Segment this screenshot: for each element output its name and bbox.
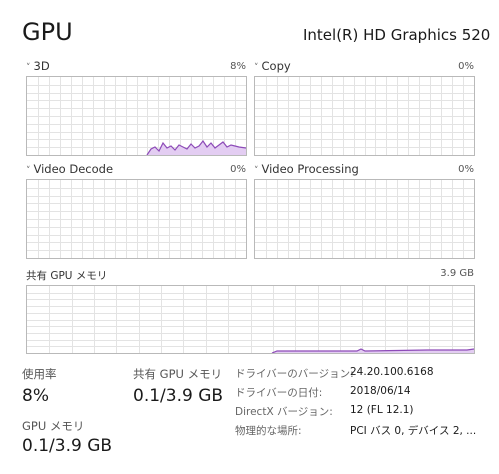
directx-version-label: DirectX バージョン:: [235, 406, 333, 418]
chevron-down-icon: ˅: [26, 63, 31, 73]
chevron-down-icon: ˅: [254, 63, 259, 73]
utilization-label: 使用率: [22, 367, 57, 381]
physical-location-value: PCI バス 0, デバイス 2, ...: [350, 425, 477, 437]
engine-video-decode-label: Video Decode: [33, 162, 114, 176]
driver-version-value: 24.20.100.6168: [350, 366, 434, 378]
chevron-down-icon: ˅: [26, 166, 31, 176]
engine-copy-percent: 0%: [458, 61, 474, 72]
driver-date-value: 2018/06/14: [350, 385, 411, 397]
engine-video-processing-percent: 0%: [458, 164, 474, 175]
physical-location-label: 物理的な場所:: [235, 425, 302, 437]
chevron-down-icon: ˅: [254, 166, 259, 176]
engine-video-decode-graph: [26, 179, 247, 259]
gpu-adapter-name: Intel(R) HD Graphics 520: [303, 26, 491, 44]
usage-area: [147, 141, 246, 155]
engine-copy-label: Copy: [261, 59, 291, 73]
engine-3d-graph: [26, 76, 247, 156]
engine-3d-selector[interactable]: ˅ 3D: [26, 59, 50, 73]
engine-copy-graph: [254, 76, 475, 156]
directx-version-value: 12 (FL 12.1): [350, 404, 414, 416]
gpu-memory-label: GPU メモリ: [22, 419, 85, 433]
engine-video-processing-label: Video Processing: [261, 162, 359, 176]
shared-memory-graph-label: 共有 GPU メモリ: [26, 270, 108, 282]
gpu-memory-value: 0.1/3.9 GB: [22, 436, 113, 456]
engine-video-processing-selector[interactable]: ˅ Video Processing: [254, 162, 359, 176]
driver-version-label: ドライバーのバージョン:: [235, 368, 354, 380]
driver-date-label: ドライバーの日付:: [235, 387, 323, 399]
engine-3d-label: 3D: [33, 59, 50, 73]
shared-memory-graph-max: 3.9 GB: [440, 268, 474, 279]
engine-3d-percent: 8%: [230, 61, 246, 72]
utilization-value: 8%: [22, 386, 49, 406]
shared-memory-label: 共有 GPU メモリ: [133, 367, 223, 381]
shared-memory-graph: [26, 285, 475, 354]
shared-memory-value: 0.1/3.9 GB: [133, 386, 224, 406]
engine-copy-selector[interactable]: ˅ Copy: [254, 59, 291, 73]
engine-video-processing-graph: [254, 179, 475, 259]
page-title: GPU: [22, 18, 73, 46]
engine-video-decode-selector[interactable]: ˅ Video Decode: [26, 162, 113, 176]
engine-video-decode-percent: 0%: [230, 164, 246, 175]
